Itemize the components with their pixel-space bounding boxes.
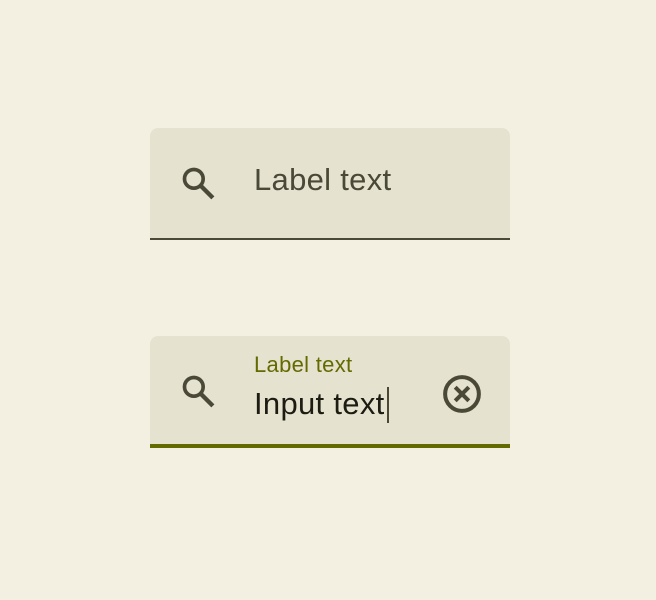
field-label: Label text xyxy=(254,162,392,197)
input-value[interactable]: Input text xyxy=(254,388,385,419)
search-icon xyxy=(178,163,218,203)
search-field-focused[interactable]: Label text Input text xyxy=(150,336,510,448)
text-caret xyxy=(387,387,389,423)
field-label: Label text xyxy=(254,352,353,377)
search-icon xyxy=(178,371,218,411)
search-field-resting[interactable]: Label text xyxy=(150,128,510,240)
clear-icon[interactable] xyxy=(440,372,484,416)
